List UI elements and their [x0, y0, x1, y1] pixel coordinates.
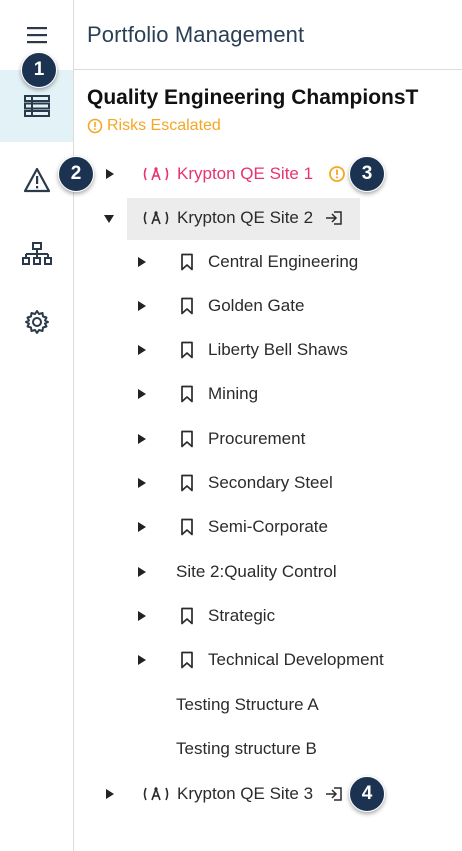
bookmark-icon: [181, 607, 193, 625]
bookmark-icon: [181, 297, 193, 315]
callout-badge: 4: [349, 776, 385, 812]
bookmark-icon: [181, 651, 193, 669]
tree-node-label: Krypton QE Site 1: [177, 164, 314, 183]
callout-badge: 2: [58, 156, 94, 192]
menu-button[interactable]: [0, 20, 73, 50]
status-badge: Risks Escalated: [87, 117, 221, 135]
radio-tower-icon: [143, 166, 169, 181]
bookmark-icon: [181, 430, 193, 448]
left-nav-rail: [0, 0, 74, 851]
callout-badge: 1: [21, 52, 57, 88]
top-bar: Portfolio Management: [74, 0, 462, 70]
expand-caret[interactable]: [106, 169, 114, 179]
tree-child-label: Secondary Steel: [208, 473, 333, 492]
status-text: Risks Escalated: [107, 117, 221, 134]
expand-caret[interactable]: [138, 389, 146, 399]
expand-caret[interactable]: [106, 789, 114, 799]
tree-child-label: Procurement: [208, 429, 306, 448]
exclamation-circle-icon: [329, 166, 345, 182]
tree-node-label: Krypton QE Site 3: [177, 784, 314, 803]
expand-caret[interactable]: [138, 611, 146, 621]
app-title: Portfolio Management: [87, 21, 305, 47]
bookmark-icon: [181, 341, 193, 359]
tree-child-label: Semi-Corporate: [208, 517, 328, 536]
callout-badge: 3: [349, 156, 385, 192]
list-view-icon: [23, 95, 50, 117]
expand-caret[interactable]: [138, 345, 146, 355]
expand-caret[interactable]: [138, 301, 146, 311]
tree-child-label: Liberty Bell Shaws: [208, 340, 348, 359]
expand-caret[interactable]: [138, 478, 146, 488]
tree-child-label: Mining: [208, 384, 259, 403]
link-out-icon[interactable]: [324, 786, 344, 802]
collapse-caret[interactable]: [104, 215, 114, 223]
expand-caret[interactable]: [138, 567, 146, 577]
bookmark-icon: [181, 518, 193, 536]
tree-child-label: Golden Gate: [208, 296, 305, 315]
bookmark-icon: [181, 385, 193, 403]
tree-child-label: Site 2:Quality Control: [176, 562, 337, 581]
warning-icon: [23, 167, 50, 193]
bookmark-icon: [181, 474, 193, 492]
link-out-icon[interactable]: [324, 210, 344, 226]
radio-tower-icon: [143, 210, 169, 225]
expand-caret[interactable]: [138, 522, 146, 532]
portfolio-title: Quality Engineering ChampionsT: [87, 86, 419, 109]
exclamation-circle-icon: [87, 118, 103, 134]
settings-icon: [24, 310, 49, 334]
expand-caret[interactable]: [138, 655, 146, 665]
tree-node-label: Krypton QE Site 2: [177, 208, 314, 227]
bookmark-icon: [181, 253, 193, 271]
menu-icon: [26, 27, 47, 44]
tree-child-label: Testing structure B: [176, 739, 317, 758]
hierarchy-icon: [21, 242, 52, 265]
tree-child-label: Technical Development: [208, 650, 384, 669]
tree-child-label: Testing Structure A: [176, 695, 319, 714]
tree-child-label: Strategic: [208, 606, 276, 625]
expand-caret[interactable]: [138, 434, 146, 444]
radio-tower-icon: [143, 786, 169, 801]
rail-item-hierarchy[interactable]: [0, 234, 73, 274]
tree-child-label: Central Engineering: [208, 252, 359, 271]
rail-item-settings[interactable]: [0, 302, 73, 342]
expand-caret[interactable]: [138, 257, 146, 267]
